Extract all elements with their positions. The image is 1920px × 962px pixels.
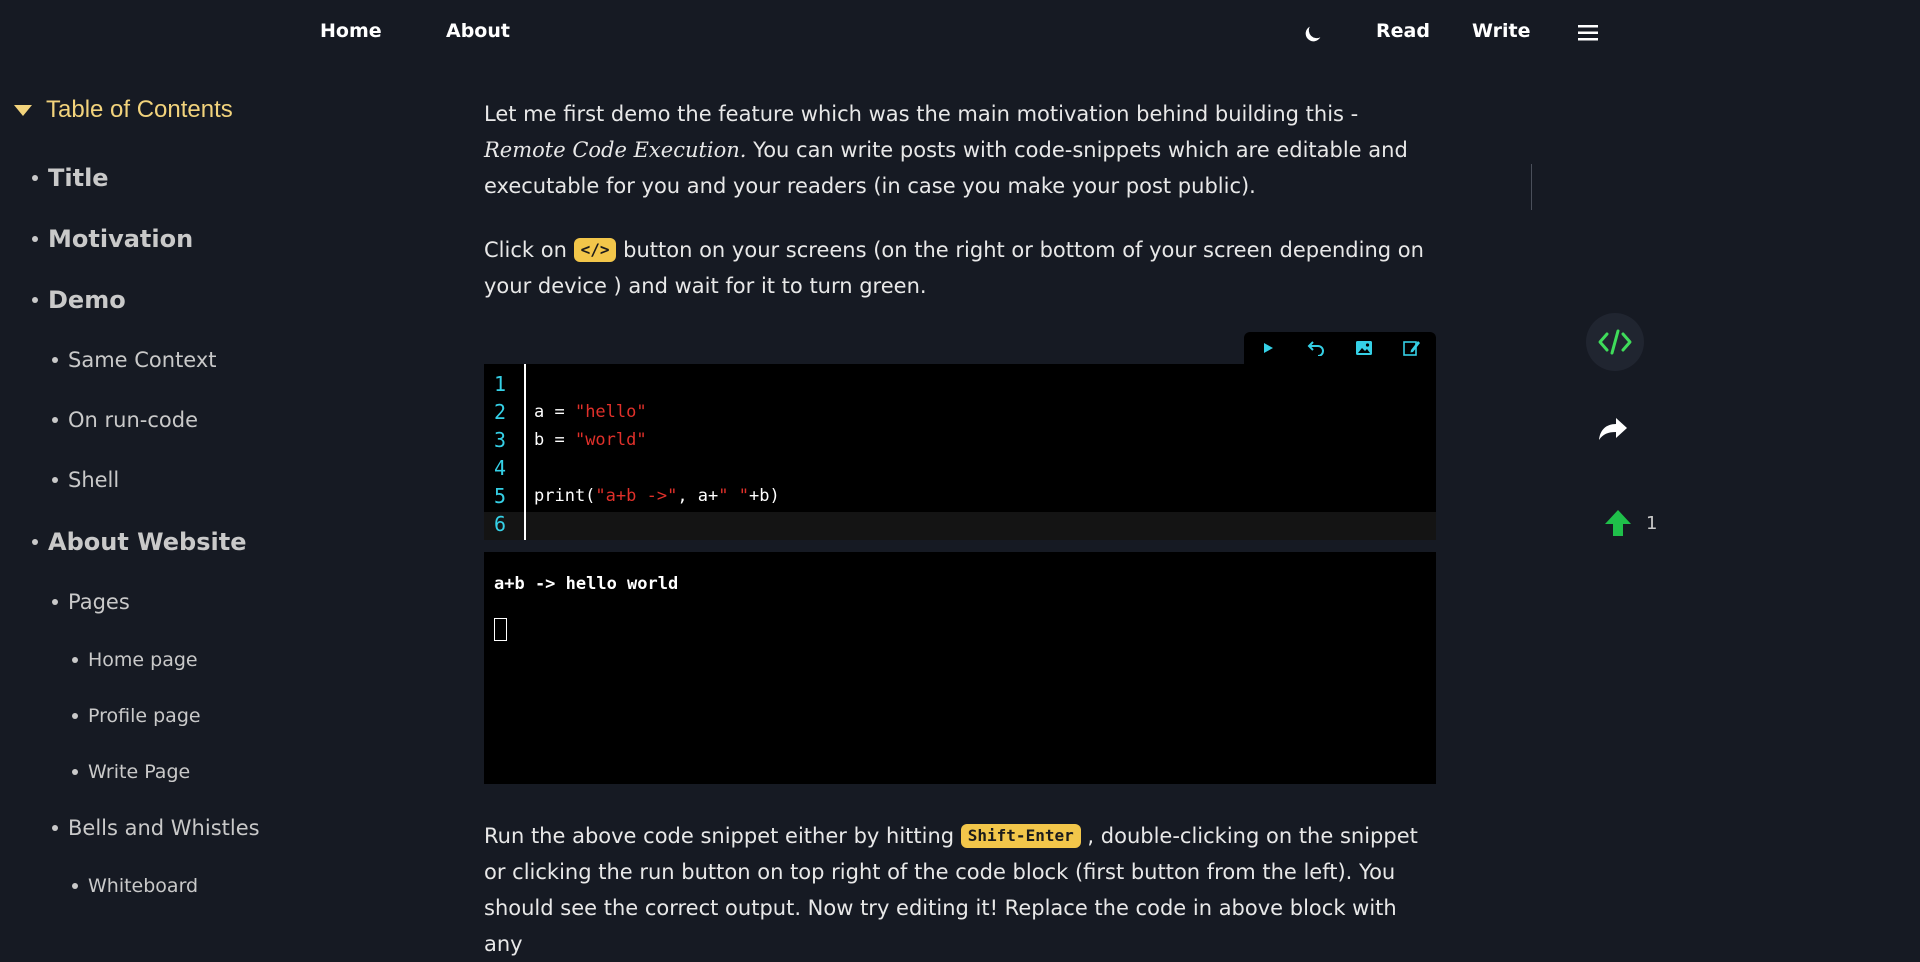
code-string: " ": [718, 486, 749, 506]
toc-item-label: Home page: [88, 649, 198, 671]
toc-item-label: Bells and Whistles: [68, 816, 260, 840]
code-token: , a+: [677, 486, 719, 506]
bullet-icon: [72, 883, 78, 889]
text-span: button on your screens (on the right or …: [484, 238, 1424, 298]
output-text: a+b -> hello world: [494, 574, 679, 594]
code-token: print(: [534, 486, 596, 506]
code-line-3: b = "world": [534, 430, 647, 450]
line-number: 2: [494, 400, 507, 424]
code-token: +b): [748, 486, 780, 506]
active-line-highlight: [484, 512, 1436, 540]
bullet-icon: [32, 175, 38, 181]
edit-icon[interactable]: [1399, 336, 1425, 360]
toc-item-label: Write Page: [88, 761, 191, 783]
bullet-icon: [52, 599, 58, 605]
code-toolbar: [1244, 332, 1436, 364]
line-number: 6: [494, 512, 507, 536]
toc-item-shell[interactable]: Shell: [52, 468, 119, 492]
bullet-icon: [72, 769, 78, 775]
toc-item-bells-and-whistles[interactable]: Bells and Whistles: [52, 816, 260, 840]
hamburger-menu-icon[interactable]: [1578, 24, 1598, 46]
toc-item-write-page[interactable]: Write Page: [72, 761, 190, 783]
bullet-icon: [72, 657, 78, 663]
line-number: 1: [494, 372, 507, 396]
toc-item-whiteboard[interactable]: Whiteboard: [72, 875, 198, 897]
bullet-icon: [52, 477, 58, 483]
paragraph-intro: Let me first demo the feature which was …: [484, 96, 1436, 204]
code-editor[interactable]: 1 2 3 4 5 6 a = "hello" b = "world" prin…: [484, 364, 1436, 540]
toc-item-pages[interactable]: Pages: [52, 590, 130, 614]
code-token: a =: [534, 402, 575, 422]
paragraph-instructions: Click on </> button on your screens (on …: [484, 232, 1436, 304]
line-number: 5: [494, 484, 507, 508]
code-line-5: print("a+b ->", a+" "+b): [534, 486, 780, 506]
nav-home-link[interactable]: Home: [320, 20, 382, 42]
toc-item-home-page[interactable]: Home page: [72, 649, 198, 671]
vertical-divider: [1531, 164, 1532, 210]
toc-item-on-run-code[interactable]: On run-code: [52, 408, 198, 432]
bullet-icon: [52, 357, 58, 363]
bullet-icon: [72, 713, 78, 719]
code-string: "hello": [574, 402, 647, 422]
toc-item-same-context[interactable]: Same Context: [52, 348, 217, 372]
code-pill: </>: [573, 238, 617, 262]
line-number-gutter: 1 2 3 4 5 6: [484, 364, 526, 540]
toc-item-profile-page[interactable]: Profile page: [72, 705, 201, 727]
terminal-cursor: [494, 618, 507, 641]
image-icon[interactable]: [1351, 336, 1377, 360]
code-toggle-button[interactable]: [1586, 313, 1644, 371]
text-span: Click on: [484, 238, 574, 262]
toc-item-label: On run-code: [68, 408, 198, 432]
paragraph-run-instructions: Run the above code snippet either by hit…: [484, 818, 1436, 962]
toc-item-about-website[interactable]: About Website: [32, 528, 247, 556]
bullet-icon: [32, 297, 38, 303]
code-string: "world": [574, 430, 647, 450]
toc-item-title[interactable]: Title: [32, 164, 109, 192]
upvote-icon[interactable]: [1604, 509, 1632, 541]
toc-item-label: Title: [48, 164, 109, 192]
bullet-icon: [52, 825, 58, 831]
bullet-icon: [52, 417, 58, 423]
play-icon[interactable]: [1255, 336, 1281, 360]
toc-title: Table of Contents: [46, 96, 233, 123]
toc-item-label: Whiteboard: [88, 875, 199, 897]
toc-item-label: Shell: [68, 468, 120, 492]
toc-item-label: Same Context: [68, 348, 217, 372]
toc-item-label: About Website: [48, 528, 247, 556]
toc-item-label: Profile page: [88, 705, 201, 727]
toc-item-label: Pages: [68, 590, 130, 614]
caret-down-icon: [14, 104, 32, 116]
bullet-icon: [32, 236, 38, 242]
code-token: b =: [534, 430, 575, 450]
share-icon[interactable]: [1598, 416, 1628, 446]
nav-read-link[interactable]: Read: [1376, 20, 1430, 42]
nav-write-link[interactable]: Write: [1472, 20, 1530, 42]
nav-about-link[interactable]: About: [446, 20, 510, 42]
emphasis-text: Remote Code Execution.: [484, 138, 747, 162]
code-line-2: a = "hello": [534, 402, 647, 422]
line-number: 4: [494, 456, 507, 480]
top-navigation: Home About Read Write: [0, 0, 1920, 68]
text-span: Run the above code snippet either by hit…: [484, 824, 961, 848]
line-number: 3: [494, 428, 507, 452]
keyboard-shortcut-pill: Shift-Enter: [960, 824, 1081, 848]
upvote-count: 1: [1646, 513, 1658, 534]
moon-icon[interactable]: [1302, 23, 1324, 49]
toc-item-label: Demo: [48, 286, 126, 314]
code-icon: [1598, 329, 1632, 355]
toc-item-motivation[interactable]: Motivation: [32, 225, 193, 253]
toc-toggle[interactable]: Table of Contents: [14, 96, 233, 124]
text-span: Let me first demo the feature which was …: [484, 102, 1359, 126]
toc-item-label: Motivation: [48, 225, 194, 253]
code-string: "a+b ->": [595, 486, 678, 506]
code-output-terminal[interactable]: a+b -> hello world: [484, 552, 1436, 784]
toc-item-demo[interactable]: Demo: [32, 286, 126, 314]
bullet-icon: [32, 539, 38, 545]
undo-icon[interactable]: [1303, 336, 1329, 360]
